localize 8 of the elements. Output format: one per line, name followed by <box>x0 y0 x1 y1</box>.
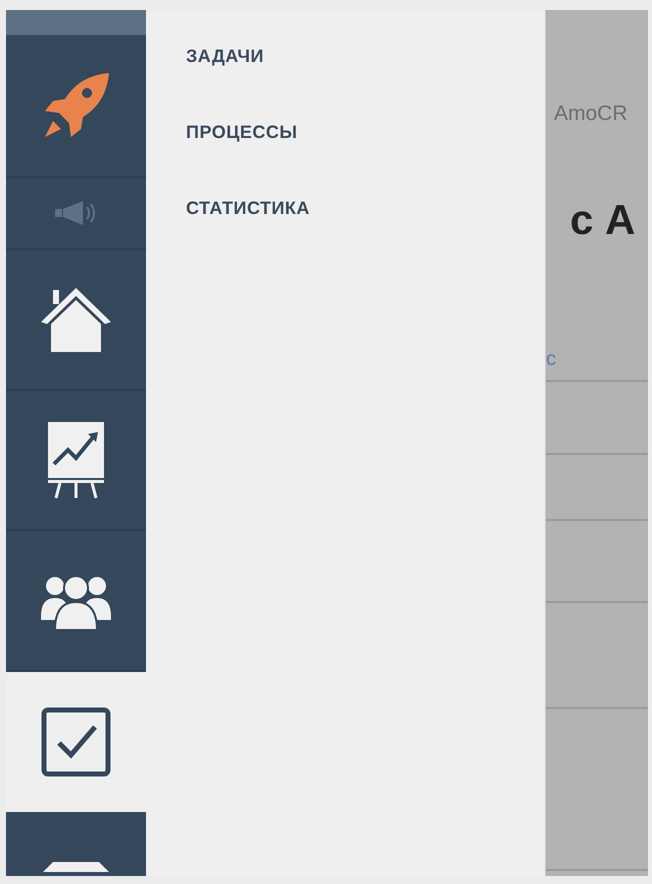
menu-item[interactable]: ЗАДАЧИ <box>186 43 264 69</box>
presentation-chart-icon <box>46 420 106 500</box>
menu-item[interactable]: СТАТИСТИКА <box>186 195 310 221</box>
menu-item[interactable]: ПРОЦЕССЫ <box>186 119 298 145</box>
home-icon <box>39 286 113 354</box>
page-heading: с А <box>570 196 636 244</box>
checkbox-icon <box>41 707 111 777</box>
page-subtitle: AmoCR <box>554 102 628 126</box>
